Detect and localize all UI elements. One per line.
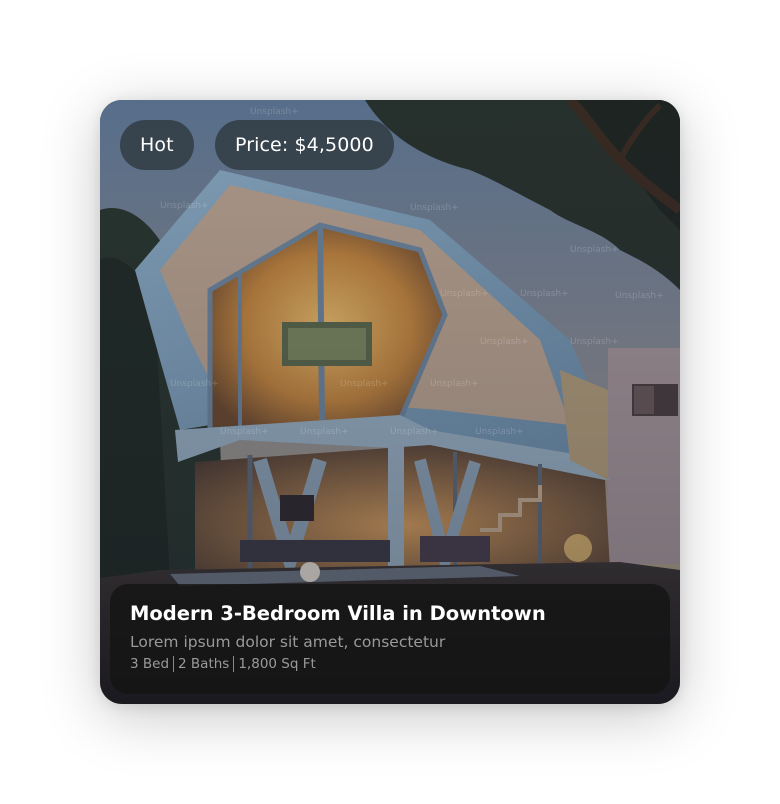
price-badge[interactable]: Price: $4,5000 (215, 120, 394, 170)
page: Unsplash+ Unsplash+ Unsplash+ Unsplash+ … (0, 0, 780, 804)
svg-text:Unsplash+: Unsplash+ (390, 427, 439, 437)
listing-title[interactable]: Modern 3-Bedroom Villa in Downtown (130, 602, 650, 625)
svg-text:Unsplash+: Unsplash+ (300, 427, 349, 437)
spec-bathrooms: 2 Baths (178, 656, 230, 672)
listing-info-panel[interactable]: Modern 3-Bedroom Villa in Downtown Lorem… (110, 584, 670, 694)
svg-text:Unsplash+: Unsplash+ (170, 379, 219, 389)
property-card[interactable]: Unsplash+ Unsplash+ Unsplash+ Unsplash+ … (100, 100, 680, 704)
spec-area: 1,800 Sq Ft (238, 656, 316, 672)
svg-text:Unsplash+: Unsplash+ (615, 291, 664, 301)
svg-text:Unsplash+: Unsplash+ (475, 427, 524, 437)
svg-text:Unsplash+: Unsplash+ (340, 379, 389, 389)
svg-text:Unsplash+: Unsplash+ (250, 107, 299, 117)
svg-text:Unsplash+: Unsplash+ (160, 201, 209, 211)
svg-text:Unsplash+: Unsplash+ (440, 289, 489, 299)
svg-text:Unsplash+: Unsplash+ (570, 337, 619, 347)
listing-specs: 3 Bed 2 Baths 1,800 Sq Ft (130, 656, 650, 672)
spec-bedrooms: 3 Bed (130, 656, 170, 672)
spec-divider (173, 656, 175, 672)
svg-text:Unsplash+: Unsplash+ (410, 203, 459, 213)
spec-divider (233, 656, 235, 672)
svg-text:Unsplash+: Unsplash+ (480, 337, 529, 347)
svg-text:Unsplash+: Unsplash+ (220, 427, 269, 437)
svg-text:Unsplash+: Unsplash+ (520, 289, 569, 299)
svg-text:Unsplash+: Unsplash+ (430, 379, 479, 389)
listing-description: Lorem ipsum dolor sit amet, consectetur (130, 633, 446, 651)
svg-text:Unsplash+: Unsplash+ (570, 245, 619, 255)
hot-badge[interactable]: Hot (120, 120, 194, 170)
